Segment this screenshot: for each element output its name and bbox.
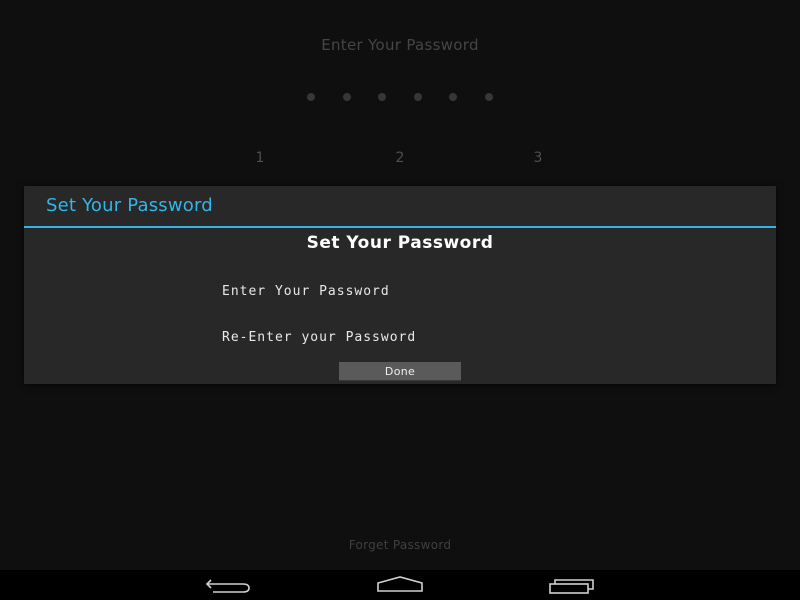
back-button[interactable] <box>199 570 259 600</box>
back-icon <box>205 579 250 593</box>
dialog-heading: Set Your Password <box>306 233 494 253</box>
set-password-dialog: Set Your Password Set Your Password Done <box>24 186 776 384</box>
password-field[interactable] <box>222 280 562 302</box>
dialog-header: Set Your Password <box>24 186 776 228</box>
home-button[interactable] <box>370 570 430 600</box>
recents-icon <box>549 579 594 594</box>
recents-button[interactable] <box>541 570 601 600</box>
reenter-password-field[interactable] <box>222 326 562 348</box>
home-icon <box>377 576 423 592</box>
dialog-title: Set Your Password <box>46 195 213 216</box>
done-button[interactable]: Done <box>339 362 461 380</box>
navigation-bar <box>0 570 800 600</box>
